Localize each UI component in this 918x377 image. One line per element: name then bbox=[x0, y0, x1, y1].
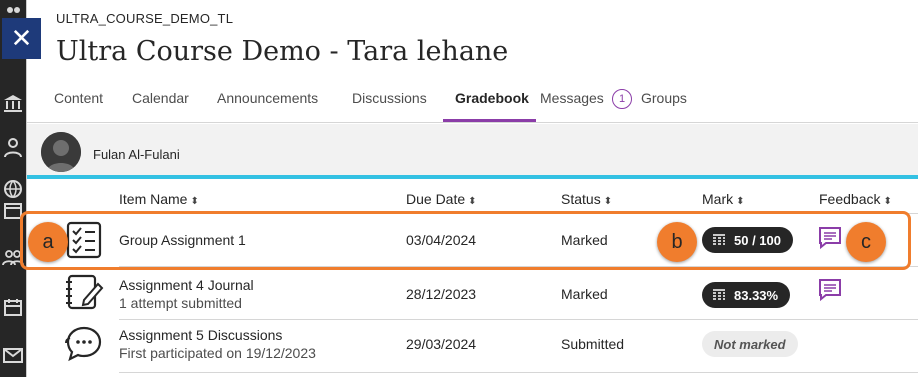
sort-icon: ⬍ bbox=[190, 196, 199, 207]
discussion-icon bbox=[65, 326, 102, 362]
institution-icon[interactable] bbox=[2, 92, 24, 114]
sort-icon: ⬍ bbox=[736, 196, 745, 207]
item-name[interactable]: Assignment 4 Journal bbox=[119, 277, 254, 293]
sort-icon: ⬍ bbox=[883, 196, 892, 207]
sort-icon: ⬍ bbox=[603, 196, 613, 207]
course-panel: ULTRA_COURSE_DEMO_TL Ultra Course Demo -… bbox=[26, 0, 918, 377]
globe-icon[interactable] bbox=[2, 178, 24, 200]
header-label: Due Date bbox=[406, 191, 466, 207]
status: Marked bbox=[561, 286, 608, 302]
due-date: 29/03/2024 bbox=[406, 336, 477, 352]
tab-content[interactable]: Content bbox=[54, 90, 103, 106]
close-button[interactable]: ✕ bbox=[2, 18, 41, 59]
tab-calendar[interactable]: Calendar bbox=[132, 90, 189, 106]
grade-icon bbox=[713, 289, 725, 300]
student-name: Fulan Al-Fulani bbox=[93, 147, 180, 162]
tab-groups[interactable]: Groups bbox=[641, 90, 687, 106]
mail-icon[interactable] bbox=[2, 344, 24, 366]
item-subtitle: First participated on 19/12/2023 bbox=[119, 345, 316, 361]
tab-announcements[interactable]: Announcements bbox=[217, 90, 318, 106]
tab-messages[interactable]: Messages bbox=[540, 90, 604, 106]
person-icon[interactable] bbox=[2, 136, 24, 158]
mark-pill: Not marked bbox=[702, 331, 798, 357]
feedback-icon[interactable] bbox=[818, 278, 842, 302]
column-header-due-date[interactable]: Due Date ⬍ bbox=[406, 191, 477, 207]
course-code: ULTRA_COURSE_DEMO_TL bbox=[56, 11, 234, 26]
item-name[interactable]: Assignment 5 Discussions bbox=[119, 327, 282, 343]
column-header-item-name[interactable]: Item Name ⬍ bbox=[119, 191, 199, 207]
messages-count-badge: 1 bbox=[612, 89, 632, 109]
mark-value: 83.33% bbox=[734, 287, 779, 303]
callout-b: b bbox=[657, 222, 697, 262]
student-header: Fulan Al-Fulani bbox=[27, 124, 918, 179]
tab-discussions[interactable]: Discussions bbox=[352, 90, 427, 106]
row-divider bbox=[119, 319, 918, 320]
column-header-mark[interactable]: Mark ⬍ bbox=[702, 191, 745, 207]
avatar-person-icon bbox=[41, 132, 81, 172]
mark-pill[interactable]: 83.33% bbox=[702, 282, 791, 308]
active-tab-indicator bbox=[443, 119, 536, 122]
due-date: 28/12/2023 bbox=[406, 286, 477, 302]
course-tabs: Content Calendar Announcements Discussio… bbox=[27, 76, 918, 123]
course-title: Ultra Course Demo - Tara lehane bbox=[56, 36, 509, 67]
header-label: Mark bbox=[702, 191, 734, 207]
callout-a: a bbox=[28, 222, 68, 262]
header-label: Item Name bbox=[119, 191, 188, 207]
tab-gradebook[interactable]: Gradebook bbox=[455, 90, 529, 106]
sort-icon: ⬍ bbox=[468, 196, 477, 207]
journal-icon bbox=[66, 274, 104, 310]
mark-value: Not marked bbox=[714, 336, 786, 352]
header-label: Status bbox=[561, 191, 601, 207]
callout-c: c bbox=[846, 222, 886, 262]
row-divider bbox=[119, 372, 918, 373]
highlight-box bbox=[20, 211, 911, 270]
avatar bbox=[41, 132, 81, 172]
column-header-feedback[interactable]: Feedback ⬍ bbox=[819, 191, 892, 207]
column-header-status[interactable]: Status ⬍ bbox=[561, 191, 612, 207]
item-subtitle: 1 attempt submitted bbox=[119, 295, 242, 311]
status: Submitted bbox=[561, 336, 625, 352]
header-label: Feedback bbox=[819, 191, 881, 207]
calendar-icon[interactable] bbox=[2, 296, 24, 318]
